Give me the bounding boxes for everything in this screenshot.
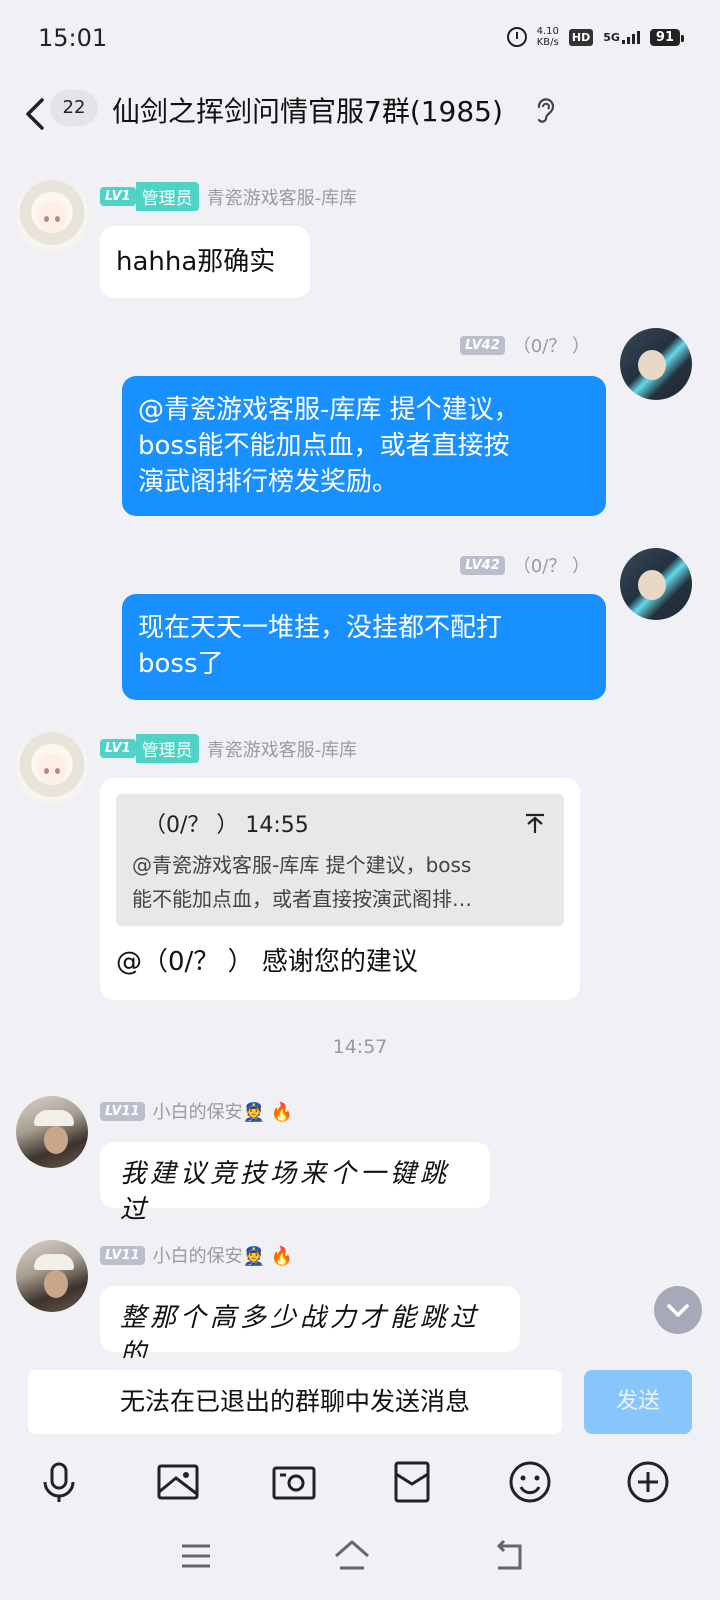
unread-count-badge[interactable]: 22 xyxy=(50,90,98,126)
network-type: 5G xyxy=(603,30,620,44)
signal-icon: 5G xyxy=(603,30,640,44)
chevron-down-icon xyxy=(667,1304,689,1317)
camera-icon[interactable] xyxy=(270,1458,318,1506)
message-bubble[interactable]: hahha那确实 xyxy=(100,226,310,298)
avatar-self[interactable] xyxy=(620,328,692,400)
menu-icon[interactable] xyxy=(176,1536,216,1576)
message-bubble[interactable]: @青瓷游戏客服-库库 提个建议， boss能不能加点血，或者直接按 演武阁排行榜… xyxy=(122,376,606,516)
message-text-line: 现在天天一堆挂，没挂都不配打 xyxy=(138,613,503,643)
microphone-icon[interactable] xyxy=(35,1458,83,1506)
avatar-self[interactable] xyxy=(620,548,692,620)
message-meta: LV42 （0/？ ） xyxy=(460,552,590,578)
quoted-message[interactable]: （0/？ ） 14:55 @青瓷游戏客服-库库 提个建议，boss 能不能加点血… xyxy=(116,794,564,926)
sender-name[interactable]: 小白的保安👮 🔥 xyxy=(153,1098,294,1124)
emoji-icon[interactable] xyxy=(506,1458,554,1506)
level-badge: LV11 xyxy=(100,1245,145,1265)
level-badge: LV11 xyxy=(100,1101,145,1121)
message-text: hahha那确实 xyxy=(116,247,276,277)
message-bubble[interactable]: 现在天天一堆挂，没挂都不配打 boss了 xyxy=(122,594,606,700)
back-arrow-icon[interactable] xyxy=(20,92,54,136)
send-button[interactable]: 发送 xyxy=(584,1370,692,1434)
hd-icon: HD xyxy=(568,28,594,46)
message-text: @（0/？ ） 感谢您的建议 xyxy=(116,947,418,977)
admin-role-badge: 管理员 xyxy=(135,182,199,211)
sender-name[interactable]: 青瓷游戏客服-库库 xyxy=(207,736,358,762)
message-meta: LV11 小白的保安👮 🔥 xyxy=(100,1242,293,1268)
quote-header: （0/？ ） 14:55 xyxy=(144,813,309,838)
level-badge: LV1 xyxy=(100,739,136,758)
sender-name[interactable]: （0/？ ） xyxy=(513,332,590,358)
level-badge: LV42 xyxy=(460,555,505,575)
message-meta: LV11 小白的保安👮 🔥 xyxy=(100,1098,293,1124)
jump-to-quote-icon[interactable] xyxy=(524,812,546,834)
message-text-line: boss能不能加点血，或者直接按 xyxy=(138,431,510,461)
message-text-line: 演武阁排行榜发奖励。 xyxy=(138,467,399,497)
image-icon[interactable] xyxy=(154,1458,202,1506)
quote-line: @青瓷游戏客服-库库 提个建议，boss xyxy=(132,853,472,877)
network-speed-unit: KB/s xyxy=(536,37,559,48)
input-area: 无法在已退出的群聊中发送消息 发送 xyxy=(0,1358,720,1600)
message-bubble[interactable]: 我建议竞技场来个一键跳过 xyxy=(100,1142,490,1225)
message-bubble[interactable]: 整那个高多少战力才能跳过的 xyxy=(100,1286,520,1369)
home-icon[interactable] xyxy=(332,1536,372,1576)
chat-header: 22 仙剑之挥剑问情官服7群(1985) xyxy=(0,80,720,152)
reply-message-bubble[interactable]: （0/？ ） 14:55 @青瓷游戏客服-库库 提个建议，boss 能不能加点血… xyxy=(100,778,580,1000)
message-meta: LV1 管理员 青瓷游戏客服-库库 xyxy=(100,182,357,211)
message-text-line: @青瓷游戏客服-库库 提个建议， xyxy=(138,395,520,425)
chat-title[interactable]: 仙剑之挥剑问情官服7群(1985) xyxy=(112,90,503,130)
plus-icon[interactable] xyxy=(624,1458,672,1506)
avatar-user[interactable] xyxy=(16,1096,88,1168)
sender-name[interactable]: 小白的保安👮 🔥 xyxy=(153,1242,294,1268)
network-speed-value: 4.10 xyxy=(536,26,559,37)
avatar-admin[interactable] xyxy=(16,732,88,804)
message-text: 我建议竞技场来个一键跳过 xyxy=(120,1159,451,1225)
scroll-to-bottom-button[interactable] xyxy=(654,1286,702,1334)
battery-icon: 91 xyxy=(649,28,685,46)
level-badge: LV1 xyxy=(100,187,136,206)
quote-line: 能不能加点血，或者直接按演武阁排… xyxy=(132,887,472,911)
avatar-user[interactable] xyxy=(16,1240,88,1312)
level-badge: LV42 xyxy=(460,335,505,355)
status-bar: 15:01 4.10 KB/s HD 5G 91 xyxy=(0,0,720,80)
back-icon[interactable] xyxy=(490,1536,530,1576)
red-packet-icon[interactable] xyxy=(388,1458,436,1506)
admin-role-badge: 管理员 xyxy=(135,734,199,763)
quote-body: @青瓷游戏客服-库库 提个建议，boss 能不能加点血，或者直接按演武阁排… xyxy=(132,848,552,916)
message-meta: LV1 管理员 青瓷游戏客服-库库 xyxy=(100,734,357,763)
status-icons: 4.10 KB/s HD 5G 91 xyxy=(506,26,685,48)
alarm-icon xyxy=(506,27,527,47)
status-time: 15:01 xyxy=(38,24,108,52)
sender-name[interactable]: 青瓷游戏客服-库库 xyxy=(207,184,358,210)
ear-icon[interactable] xyxy=(534,96,556,126)
message-input[interactable]: 无法在已退出的群聊中发送消息 xyxy=(28,1370,562,1434)
sender-name[interactable]: （0/？ ） xyxy=(513,552,590,578)
message-meta: LV42 （0/？ ） xyxy=(460,332,590,358)
network-speed: 4.10 KB/s xyxy=(537,26,559,48)
timestamp: 14:57 xyxy=(332,1036,388,1058)
message-text-line: boss了 xyxy=(138,649,224,679)
avatar-admin[interactable] xyxy=(16,180,88,252)
